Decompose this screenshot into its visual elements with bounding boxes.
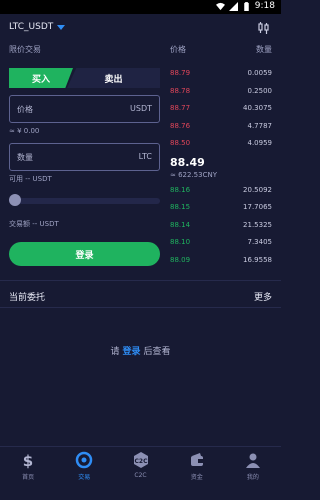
- pair-name: LTC_USDT: [9, 22, 54, 32]
- empty-orders-message: 请登录 后查看: [0, 344, 281, 357]
- nav-item-home[interactable]: $ 首页: [0, 447, 56, 500]
- ask-qty: 0.0059: [247, 69, 273, 77]
- last-price: 88.49: [170, 156, 205, 169]
- chevron-down-icon: [57, 24, 66, 30]
- ask-row[interactable]: 88.50 4.0959: [170, 137, 272, 151]
- ask-qty: 40.3075: [243, 104, 272, 112]
- ask-row[interactable]: 88.77 40.3075: [170, 102, 272, 116]
- nav-label: 交易: [78, 474, 91, 481]
- pair-selector[interactable]: LTC_USDT: [9, 22, 66, 32]
- ask-price: 88.78: [170, 87, 191, 95]
- nav-label: 资金: [190, 474, 203, 481]
- c2c-icon: C2C: [132, 451, 150, 469]
- bottom-nav: $ 首页 交易 C2C C2C 资金 我的: [0, 446, 281, 500]
- ask-row[interactable]: 88.79 0.0059: [170, 67, 272, 81]
- nav-item-profile[interactable]: 我的: [225, 447, 281, 500]
- slider-track: [9, 198, 160, 204]
- status-bar-right: 9:18: [215, 1, 275, 11]
- status-time: 9:18: [254, 1, 275, 11]
- section-divider: [0, 280, 281, 281]
- bid-qty: 21.5325: [243, 221, 272, 229]
- trade-icon: [75, 451, 93, 469]
- ask-row[interactable]: 88.78 0.2500: [170, 85, 272, 99]
- bid-qty: 16.9558: [243, 256, 272, 264]
- login-button[interactable]: 登录: [9, 242, 160, 266]
- kline-chart-icon[interactable]: [257, 20, 271, 34]
- empty-prefix: 请: [110, 347, 120, 357]
- user-icon: [244, 451, 262, 469]
- header: LTC_USDT: [0, 14, 281, 42]
- bid-qty: 20.5092: [243, 186, 272, 194]
- ask-price: 88.79: [170, 69, 191, 77]
- limit-trade-label: 限价交易: [9, 45, 41, 54]
- empty-suffix: 后查看: [143, 347, 171, 357]
- current-orders-title: 当前委托: [9, 293, 46, 303]
- nav-label: 首页: [22, 474, 35, 481]
- login-link[interactable]: 登录: [122, 347, 140, 357]
- bid-price: 88.09: [170, 256, 191, 264]
- bid-row[interactable]: 88.14 21.5325: [170, 219, 272, 233]
- bid-price: 88.15: [170, 203, 191, 211]
- signal-icon: [228, 1, 238, 11]
- bid-qty: 17.7065: [243, 203, 272, 211]
- wallet-icon: [188, 451, 206, 469]
- bid-price: 88.10: [170, 238, 191, 246]
- bid-row[interactable]: 88.15 17.7065: [170, 201, 272, 215]
- svg-text:$: $: [23, 452, 33, 469]
- ask-qty: 4.7787: [247, 122, 273, 130]
- price-header: 价格: [170, 45, 186, 54]
- last-price-cny: ≈ 622.53CNY: [170, 171, 217, 179]
- available-balance: 可用 -- USDT: [9, 175, 52, 183]
- svg-text:C2C: C2C: [134, 458, 148, 465]
- nav-item-c2c[interactable]: C2C C2C: [112, 447, 168, 500]
- amount-input[interactable]: 数量 LTC: [9, 143, 160, 171]
- amount-unit: LTC: [138, 152, 152, 161]
- ask-row[interactable]: 88.76 4.7787: [170, 120, 272, 134]
- amount-placeholder: 数量: [17, 153, 33, 162]
- amount-slider[interactable]: [9, 194, 160, 206]
- trade-volume: 交易额 -- USDT: [9, 220, 59, 228]
- price-approx: ≈ ¥ 0.00: [9, 127, 40, 135]
- price-unit: USDT: [130, 104, 152, 113]
- tab-buy[interactable]: 买入: [9, 68, 73, 88]
- price-placeholder: 价格: [17, 105, 33, 114]
- ask-price: 88.76: [170, 122, 191, 130]
- bid-row[interactable]: 88.10 7.3405: [170, 236, 272, 250]
- nav-item-trade[interactable]: 交易: [56, 447, 112, 500]
- bid-price: 88.16: [170, 186, 191, 194]
- dollar-icon: $: [19, 451, 37, 469]
- nav-label: C2C: [134, 472, 147, 479]
- orders-divider: [0, 307, 281, 308]
- price-input[interactable]: 价格 USDT: [9, 95, 160, 123]
- battery-icon: [242, 1, 251, 11]
- status-bar: 9:18: [0, 0, 281, 14]
- nav-item-funds[interactable]: 资金: [169, 447, 225, 500]
- bid-price: 88.14: [170, 221, 191, 229]
- buy-sell-tabs: 买入 卖出: [9, 68, 160, 88]
- ask-qty: 4.0959: [247, 139, 273, 147]
- ask-price: 88.77: [170, 104, 191, 112]
- bid-qty: 7.3405: [247, 238, 273, 246]
- bid-row[interactable]: 88.16 20.5092: [170, 184, 272, 198]
- ask-price: 88.50: [170, 139, 191, 147]
- qty-header: 数量: [256, 45, 272, 54]
- slider-thumb[interactable]: [9, 194, 21, 206]
- ask-qty: 0.2500: [247, 87, 273, 95]
- nav-label: 我的: [246, 474, 259, 481]
- more-orders-link[interactable]: 更多: [254, 290, 272, 303]
- wifi-icon: [215, 2, 225, 11]
- bid-row[interactable]: 88.09 16.9558: [170, 254, 272, 268]
- tab-sell[interactable]: 卖出: [67, 68, 160, 88]
